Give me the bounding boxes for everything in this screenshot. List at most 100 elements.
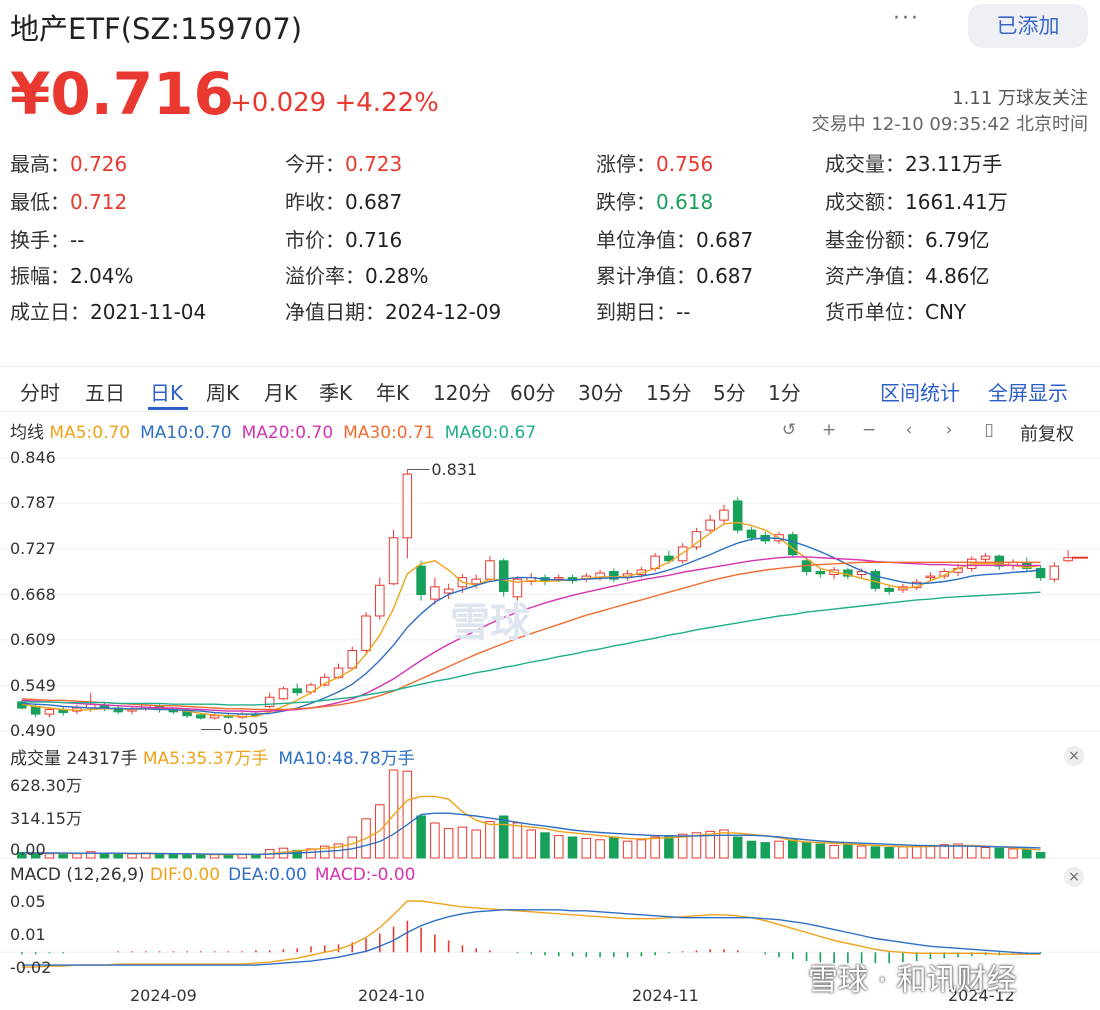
zoom-out-icon[interactable]: − bbox=[856, 420, 882, 442]
volume-axis-label: 0.00 bbox=[10, 840, 46, 859]
period-tabs: 分时 五日 日K 周K 月K 季K 年K 120分 60分 30分 15分 5分 1分 区间统计 全屏显示 bbox=[0, 366, 1100, 412]
volume-label: 成交量 24317手 bbox=[10, 749, 143, 769]
macd-value: DEA:0.00 bbox=[228, 865, 307, 885]
reset-icon[interactable]: ↺ bbox=[776, 420, 802, 442]
volume-bar bbox=[443, 828, 454, 859]
volume-bar bbox=[457, 826, 468, 859]
macd-axis-label: 0.05 bbox=[10, 892, 46, 911]
ma60-line bbox=[21, 591, 1041, 706]
date-axis-label: 2024-10 bbox=[358, 986, 425, 1005]
volume-bar bbox=[127, 853, 137, 859]
tab-period[interactable]: 60分 bbox=[510, 377, 555, 406]
volume-bar bbox=[1035, 851, 1046, 859]
trade-status: 交易中 12-10 09:35:42 北京时间 bbox=[812, 110, 1088, 136]
pan-left-icon[interactable]: ‹ bbox=[896, 420, 922, 442]
quote-item: 净值日期：2024-12-09 bbox=[285, 296, 501, 325]
candle-body bbox=[485, 560, 495, 580]
price-axis-label: 0.549 bbox=[10, 675, 56, 695]
price-axis-label: 0.668 bbox=[10, 584, 56, 604]
quote-label: 涨停： bbox=[596, 152, 656, 176]
quote-item: 溢价率：0.28% bbox=[285, 260, 429, 289]
tab-active-period[interactable]: 日K bbox=[150, 377, 183, 406]
quote-value: 0.756 bbox=[656, 152, 714, 176]
volume-bar bbox=[44, 853, 55, 859]
close-macd-icon[interactable]: × bbox=[1064, 867, 1084, 887]
added-watchlist-button[interactable]: 已添加 bbox=[968, 4, 1088, 48]
close-volume-icon[interactable]: × bbox=[1064, 746, 1084, 766]
quote-value: 4.86亿 bbox=[925, 264, 990, 288]
quote-label: 成交量： bbox=[825, 152, 905, 176]
volume-bar bbox=[732, 836, 743, 859]
fullscreen-button[interactable]: 全屏显示 bbox=[988, 377, 1068, 406]
tab-period[interactable]: 分时 bbox=[20, 377, 60, 406]
volume-bar bbox=[1022, 849, 1032, 859]
candle-body bbox=[416, 565, 426, 595]
trade-status-label: 交易中 bbox=[811, 114, 866, 135]
kline-chart[interactable] bbox=[0, 440, 1100, 1010]
pan-right-icon[interactable]: › bbox=[936, 420, 962, 442]
volume-bar bbox=[966, 845, 977, 859]
macd-axis-label: 0.01 bbox=[10, 925, 46, 944]
quote-label: 昨收： bbox=[285, 190, 345, 214]
center-watermark: 雪球 bbox=[450, 600, 530, 646]
quote-label: 货币单位： bbox=[825, 300, 925, 324]
candle-body bbox=[980, 555, 991, 560]
volume-bar bbox=[154, 853, 165, 859]
volume-bar bbox=[664, 835, 674, 859]
quote-item: 今开：0.723 bbox=[285, 148, 402, 177]
quote-label: 最高： bbox=[10, 152, 70, 176]
quote-value: 0.687 bbox=[345, 190, 403, 214]
tab-period[interactable]: 五日 bbox=[85, 377, 125, 406]
quote-item: 单位净值：0.687 bbox=[596, 224, 753, 253]
candle-body bbox=[402, 473, 413, 539]
tab-period[interactable]: 120分 bbox=[433, 377, 491, 406]
quote-value: -- bbox=[70, 228, 85, 252]
range-stats-button[interactable]: 区间统计 bbox=[880, 377, 960, 406]
quote-item: 最高：0.726 bbox=[10, 148, 127, 177]
quote-value: 2024-12-09 bbox=[385, 300, 502, 324]
tab-period[interactable]: 5分 bbox=[713, 377, 746, 406]
source-watermark: 雪球 · 和讯财经 bbox=[808, 963, 1017, 998]
volume-bar bbox=[898, 846, 908, 859]
volume-bar bbox=[402, 770, 413, 859]
followers-count: 1.11 万球友关注 bbox=[952, 88, 1088, 109]
quote-label: 累计净值： bbox=[596, 264, 696, 288]
tab-period[interactable]: 月K bbox=[264, 377, 297, 406]
volume-bar bbox=[609, 836, 619, 859]
zoom-in-icon[interactable]: + bbox=[816, 420, 842, 442]
volume-bar bbox=[526, 829, 537, 859]
candle-body bbox=[705, 519, 715, 531]
candle-body bbox=[471, 578, 481, 585]
candle-body bbox=[925, 575, 936, 579]
tab-period[interactable]: 周K bbox=[206, 377, 239, 406]
candle-body bbox=[884, 587, 894, 592]
tab-period[interactable]: 1分 bbox=[768, 377, 801, 406]
page-title: 地产ETF(SZ:159707) bbox=[10, 12, 303, 46]
candle-body bbox=[264, 696, 275, 707]
quote-item: 累计净值：0.687 bbox=[596, 260, 753, 289]
volume-legend: 成交量 24317手 MA5:35.37万手 MA10:48.78万手 bbox=[10, 744, 425, 769]
volume-bar bbox=[911, 845, 922, 859]
quote-value: 0.28% bbox=[365, 264, 429, 288]
tab-period[interactable]: 15分 bbox=[646, 377, 691, 406]
quote-label: 单位净值： bbox=[596, 228, 696, 252]
tab-period[interactable]: 30分 bbox=[578, 377, 623, 406]
indicator-icon[interactable]: ▯ bbox=[976, 420, 1002, 442]
price-axis-label: 0.609 bbox=[10, 629, 56, 649]
quote-label: 基金份额： bbox=[825, 228, 925, 252]
volume-bar bbox=[994, 847, 1005, 859]
volume-axis-label: 314.15万 bbox=[10, 809, 82, 828]
tab-period[interactable]: 年K bbox=[376, 377, 409, 406]
volume-bar bbox=[925, 844, 936, 859]
ma10-line bbox=[21, 537, 1041, 715]
more-dots-icon[interactable]: ··· bbox=[893, 6, 920, 31]
quote-label: 最低： bbox=[10, 190, 70, 214]
quote-value: 0.712 bbox=[70, 190, 128, 214]
quote-value: 23.11万手 bbox=[905, 152, 1003, 176]
quote-label: 溢价率： bbox=[285, 264, 365, 288]
quote-label: 成交额： bbox=[825, 190, 905, 214]
tab-period[interactable]: 季K bbox=[319, 377, 352, 406]
volume-bar bbox=[760, 842, 771, 859]
quote-item: 最低：0.712 bbox=[10, 186, 127, 215]
volume-bar bbox=[774, 840, 784, 859]
